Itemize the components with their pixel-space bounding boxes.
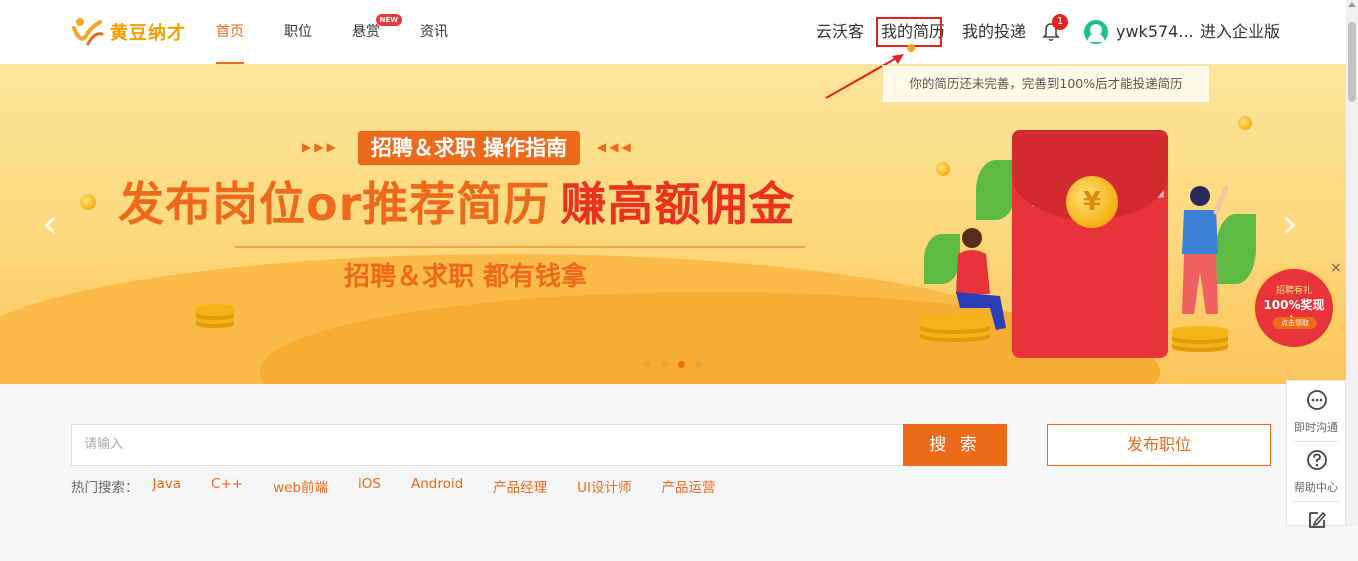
side-chat[interactable]: 即时沟通	[1287, 381, 1345, 439]
coin-icon	[936, 162, 950, 176]
banner-title: 发布岗位or推荐简历 赚高额佣金	[118, 168, 795, 234]
coin-stack-icon	[196, 304, 234, 316]
promo-line1: 招聘有礼	[1275, 286, 1312, 296]
logo-icon	[72, 18, 104, 46]
carousel-dot[interactable]	[695, 361, 702, 368]
banner-title-highlight: 赚高额佣金	[560, 177, 796, 231]
carousel-prev-button[interactable]: ‹	[26, 192, 74, 256]
side-feedback[interactable]	[1287, 503, 1345, 561]
hot-search-term[interactable]: web前端	[273, 476, 328, 496]
nav-jobs[interactable]: 职位	[284, 0, 312, 64]
hot-search-term[interactable]: Android	[411, 476, 463, 496]
decor-triangles-icon: ▶▶▶	[302, 140, 339, 154]
notification-count: 1	[1052, 14, 1068, 30]
carousel-next-button[interactable]: ›	[1266, 192, 1314, 256]
search-input[interactable]: 请输入	[71, 424, 903, 466]
yuan-coin-icon: ¥	[1066, 176, 1118, 228]
divider	[1293, 501, 1339, 502]
top-header: 黄豆纳才 首页 职位 悬赏 NEW 资讯 云沃客 我的简历 我的投递 1 ywk5…	[0, 0, 1346, 64]
side-toolbar: 即时沟通 帮助中心	[1286, 380, 1346, 528]
brand-name: 黄豆纳才	[110, 23, 186, 44]
yuan-symbol: ¥	[1082, 187, 1102, 217]
hot-search-label: 热门搜索：	[71, 480, 139, 496]
nav-bounty[interactable]: 悬赏 NEW	[352, 0, 402, 64]
username[interactable]: ywk574...	[1116, 0, 1194, 64]
page-scrollbar[interactable]	[1346, 0, 1358, 526]
banner-divider	[235, 246, 805, 248]
promo-close-icon[interactable]: ×	[1330, 260, 1342, 276]
scroll-up-arrow-icon[interactable]	[1348, 2, 1356, 7]
hot-searches: 热门搜索： Java C++ web前端 iOS Android 产品经理 UI…	[71, 476, 746, 496]
coin-icon	[80, 194, 96, 210]
tooltip-pointer	[907, 44, 915, 52]
guide-tag: 招聘＆求职 操作指南	[358, 131, 580, 165]
decor-triangles-icon: ◀◀◀	[597, 140, 634, 154]
nav-home[interactable]: 首页	[216, 0, 244, 64]
promo-badge[interactable]: 招聘有礼 100%奖现金! 点击领取	[1252, 266, 1336, 350]
hot-search-term[interactable]: 产品经理	[493, 476, 547, 496]
my-applications-link[interactable]: 我的投递	[962, 0, 1026, 64]
help-icon	[1307, 450, 1327, 470]
hot-search-term[interactable]: UI设计师	[577, 476, 631, 496]
enterprise-link[interactable]: 进入企业版	[1200, 0, 1280, 64]
side-help-label: 帮助中心	[1294, 481, 1338, 494]
carousel-dot[interactable]	[661, 361, 668, 368]
main-nav: 首页 职位 悬赏 NEW 资讯	[216, 0, 488, 64]
side-chat-label: 即时沟通	[1294, 421, 1338, 434]
edit-icon	[1309, 511, 1327, 528]
resume-tooltip: 你的简历还未完善，完善到100%后才能投递简历	[882, 65, 1210, 103]
carousel-dot-active[interactable]	[678, 361, 685, 368]
hot-search-term[interactable]: iOS	[358, 476, 381, 496]
chat-icon	[1307, 390, 1327, 410]
post-job-button[interactable]: 发布职位	[1047, 424, 1271, 466]
banner-title-main: 发布岗位or推荐简历	[118, 177, 551, 231]
woman-illustration	[956, 228, 1006, 330]
hot-search-term[interactable]: Java	[153, 476, 182, 496]
hot-search-term[interactable]: C++	[211, 476, 243, 496]
promo-claim-button[interactable]: 点击领取	[1273, 317, 1317, 329]
carousel-indicators	[644, 361, 712, 368]
man-illustration	[1182, 185, 1229, 314]
hero-banner[interactable]: ▶▶▶ ◀◀◀ 招聘＆求职 操作指南 发布岗位or推荐简历 赚高额佣金 招聘＆求职…	[0, 64, 1346, 384]
coin-icon	[1238, 116, 1252, 130]
new-badge: NEW	[375, 14, 402, 26]
divider	[1293, 441, 1339, 442]
coin-stack-icon	[1172, 326, 1228, 340]
nav-bounty-label: 悬赏	[352, 24, 380, 40]
side-help[interactable]: 帮助中心	[1287, 443, 1345, 501]
carousel-dot[interactable]	[644, 361, 651, 368]
leaf-decoration	[976, 160, 1016, 220]
hot-search-term[interactable]: 产品运营	[662, 476, 716, 496]
brand-logo[interactable]: 黄豆纳才	[70, 14, 200, 50]
nav-news[interactable]: 资讯	[420, 0, 448, 64]
scroll-thumb[interactable]	[1348, 22, 1356, 102]
avatar[interactable]	[1084, 20, 1108, 44]
search-button[interactable]: 搜 索	[903, 424, 1007, 466]
banner-subtitle: 招聘＆求职 都有钱拿	[344, 262, 588, 292]
highlight-box	[876, 17, 942, 47]
